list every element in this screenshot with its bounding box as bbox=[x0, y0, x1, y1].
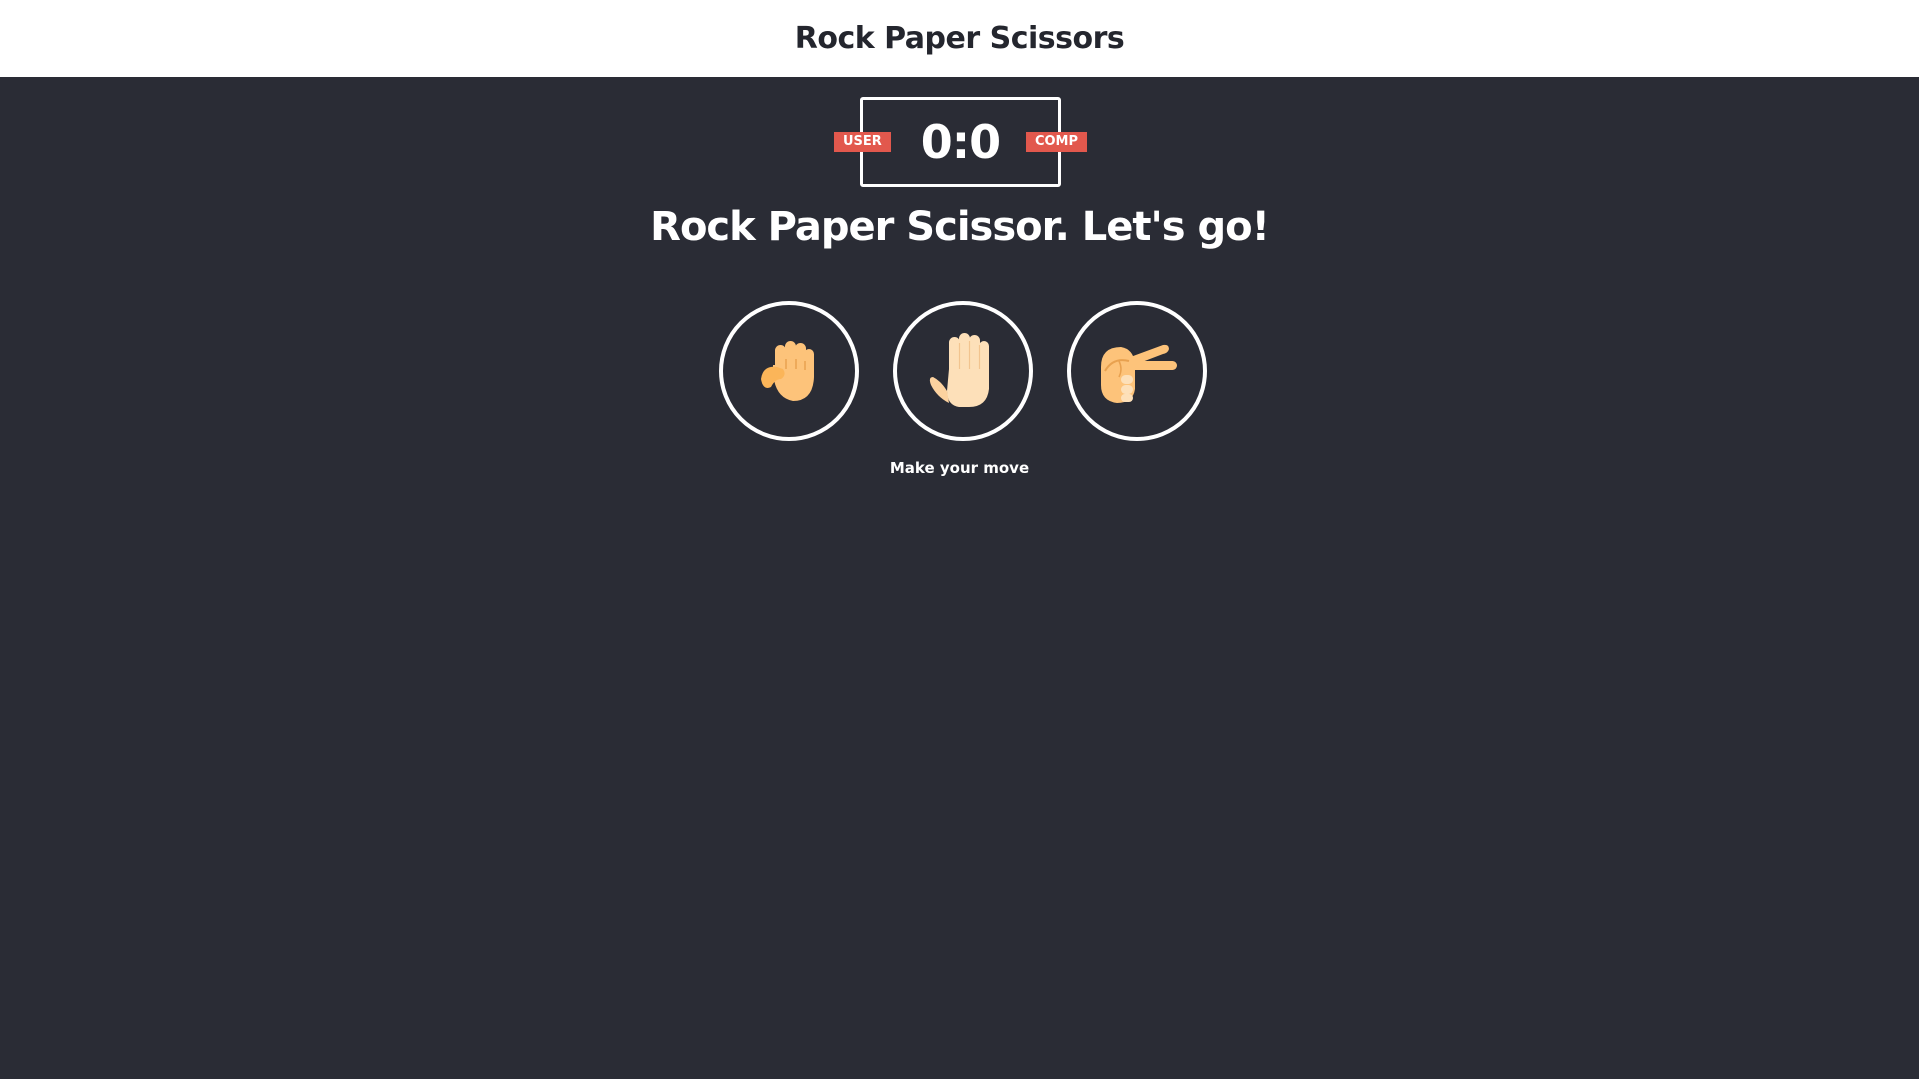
scoreboard: USER 0:0 COMP bbox=[834, 97, 1087, 187]
paper-button[interactable] bbox=[893, 301, 1033, 441]
comp-badge: COMP bbox=[1025, 132, 1087, 152]
move-prompt: Make your move bbox=[889, 459, 1030, 477]
game-message: Rock Paper Scissor. Let's go! bbox=[650, 204, 1270, 250]
scissors-hand-icon bbox=[1095, 337, 1179, 405]
rock-button[interactable] bbox=[719, 301, 859, 441]
open-hand-icon bbox=[925, 331, 1001, 411]
app-title: Rock Paper Scissors bbox=[794, 21, 1125, 56]
user-badge: USER bbox=[834, 132, 891, 152]
score-display: 0:0 bbox=[920, 115, 1001, 169]
top-bar: Rock Paper Scissors bbox=[0, 0, 1919, 77]
scissors-button[interactable] bbox=[1067, 301, 1207, 441]
fist-icon bbox=[753, 335, 825, 407]
